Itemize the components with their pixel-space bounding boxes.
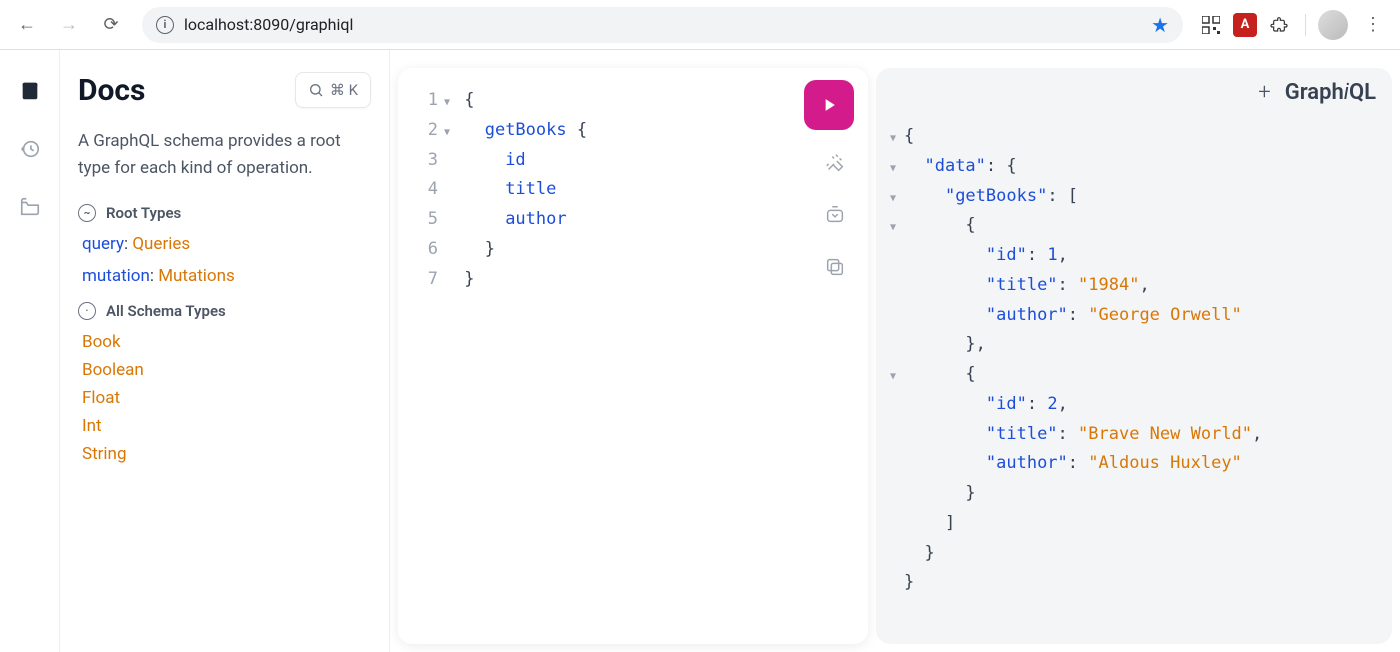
graphiql-logo: GraphiQL xyxy=(1285,80,1376,105)
back-button[interactable]: ← xyxy=(10,8,44,42)
site-info-icon[interactable]: i xyxy=(156,16,174,34)
docs-tab-icon[interactable] xyxy=(17,78,43,104)
qr-extension-icon[interactable] xyxy=(1197,11,1225,39)
all-schema-header: · All Schema Types xyxy=(78,302,371,320)
browser-toolbar: ← → ⟳ i localhost:8090/graphiql ★ A ⋮ xyxy=(0,0,1400,50)
schema-type-boolean[interactable]: Boolean xyxy=(82,360,367,380)
forward-button[interactable]: → xyxy=(52,8,86,42)
merge-button[interactable] xyxy=(820,200,850,230)
editor-area: 1▼ {2▼ getBooks {3 id4 title5 author6 }7… xyxy=(390,50,1400,652)
result-viewer[interactable]: + GraphiQL ▼{▼ "data": {▼ "getBooks": [▼… xyxy=(876,68,1392,644)
search-icon xyxy=(308,82,324,98)
schema-type-string[interactable]: String xyxy=(82,444,367,464)
new-tab-button[interactable]: + xyxy=(1258,80,1270,105)
profile-avatar[interactable] xyxy=(1318,10,1348,40)
search-shortcut: ⌘ K xyxy=(330,81,358,99)
root-type-query[interactable]: query: Queries xyxy=(82,234,367,254)
url-text: localhost:8090/graphiql xyxy=(184,15,353,34)
schema-type-float[interactable]: Float xyxy=(82,388,367,408)
query-editor[interactable]: 1▼ {2▼ getBooks {3 id4 title5 author6 }7… xyxy=(398,68,868,644)
root-type-mutation[interactable]: mutation: Mutations xyxy=(82,266,367,286)
graphiql-app: Docs ⌘ K A GraphQL schema provides a roo… xyxy=(0,50,1400,652)
reload-button[interactable]: ⟳ xyxy=(94,8,128,42)
root-types-header: ~ Root Types xyxy=(78,204,371,222)
sidebar-rail xyxy=(0,50,60,652)
address-bar[interactable]: i localhost:8090/graphiql ★ xyxy=(142,7,1183,43)
prettify-button[interactable] xyxy=(820,148,850,178)
schema-dot-icon: · xyxy=(78,302,96,320)
deprecated-toggle-icon[interactable]: ~ xyxy=(78,204,96,222)
extensions-puzzle-icon[interactable] xyxy=(1265,11,1293,39)
docs-description: A GraphQL schema provides a root type fo… xyxy=(78,128,371,182)
explorer-icon[interactable] xyxy=(17,194,43,220)
copy-button[interactable] xyxy=(820,252,850,282)
history-icon[interactable] xyxy=(17,136,43,162)
execute-button[interactable] xyxy=(804,80,854,130)
browser-menu-icon[interactable]: ⋮ xyxy=(1356,14,1390,35)
docs-title: Docs xyxy=(78,73,145,108)
docs-search-button[interactable]: ⌘ K xyxy=(295,72,371,108)
schema-type-int[interactable]: Int xyxy=(82,416,367,436)
docs-panel: Docs ⌘ K A GraphQL schema provides a roo… xyxy=(60,50,390,652)
bookmark-star-icon[interactable]: ★ xyxy=(1151,13,1169,37)
play-icon xyxy=(819,95,839,115)
toolbar-divider xyxy=(1305,14,1306,36)
pdf-extension-icon[interactable]: A xyxy=(1233,13,1257,37)
schema-type-book[interactable]: Book xyxy=(82,332,367,352)
